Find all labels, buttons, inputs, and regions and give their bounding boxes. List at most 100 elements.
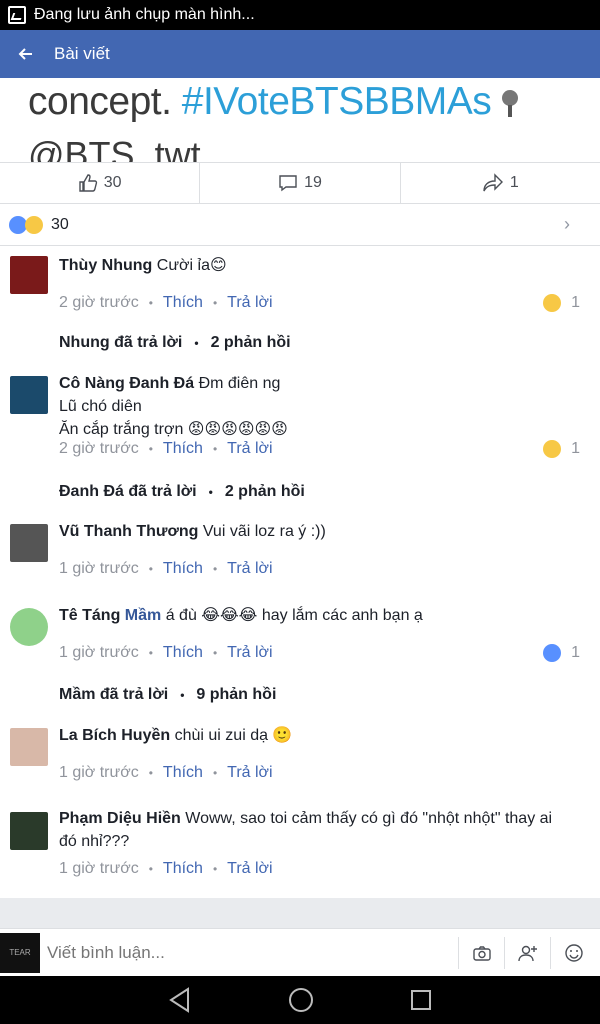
- share-arrow-icon: [483, 173, 503, 192]
- comment-reply-link[interactable]: Trả lời: [227, 560, 272, 578]
- like-button[interactable]: 30: [0, 163, 199, 203]
- comment-time: 1 giờ trước: [59, 560, 139, 577]
- share-button[interactable]: 1: [399, 163, 600, 203]
- comment-time: 1 giờ trước: [59, 644, 139, 661]
- comment-time: 2 giờ trước: [59, 294, 139, 311]
- reply-thread-link[interactable]: Đanh Đá đã trả lời • 2 phản hồi: [59, 483, 305, 501]
- avatar[interactable]: [10, 608, 48, 646]
- post-image-line2: @BTS_twt: [28, 134, 201, 162]
- comment-text: Vui vãi loz ra ý :)): [202, 523, 326, 540]
- comment-time: 2 giờ trước: [59, 440, 139, 457]
- comment-meta: 2 giờ trước • Thích • Trả lời: [59, 440, 273, 458]
- comment-reaction-count: 1: [571, 644, 580, 661]
- comment-text: Cười ỉa😊: [156, 257, 227, 274]
- comment-text: chùi ui zui dạ 🙂: [174, 727, 293, 744]
- post-actions: 30 19 1: [0, 162, 600, 204]
- comment-reply-link[interactable]: Trả lời: [227, 294, 272, 312]
- comment-like-link[interactable]: Thích: [163, 440, 203, 458]
- post-image-hashtag: #IVoteBTSBBMAs: [181, 80, 492, 123]
- comment-text-line2: đó nhỉ???: [59, 833, 130, 850]
- feed-divider: [0, 898, 600, 928]
- avatar[interactable]: [10, 524, 48, 562]
- comment-meta: 1 giờ trước • Thích • Trả lời: [59, 560, 273, 578]
- share-count: 1: [509, 174, 519, 191]
- comment-meta: 1 giờ trước • Thích • Trả lời: [59, 764, 273, 782]
- comment-body: Phạm Diệu Hiền Woww, sao toi cảm thấy có…: [59, 807, 590, 853]
- haha-reaction-icon: [543, 440, 562, 458]
- comment-like-link[interactable]: Thích: [163, 644, 203, 662]
- comment-reply-link[interactable]: Trả lời: [227, 644, 272, 662]
- comment-reaction-badge[interactable]: 1: [543, 644, 580, 662]
- page-title: Bài viết: [54, 44, 110, 63]
- comment-author[interactable]: Vũ Thanh Thương: [59, 523, 198, 540]
- comment-like-link[interactable]: Thích: [163, 860, 203, 878]
- reply-thread-count: 9 phản hồi: [196, 686, 277, 703]
- post-image[interactable]: concept. #IVoteBTSBBMAs @BTS_twt: [0, 78, 600, 162]
- reaction-count: 30: [51, 215, 69, 233]
- post-image-text: concept. #IVoteBTSBBMAs: [28, 80, 523, 124]
- comment-meta: 1 giờ trước • Thích • Trả lời: [59, 860, 273, 878]
- comment-like-link[interactable]: Thích: [163, 294, 203, 312]
- like-count: 30: [103, 174, 122, 191]
- thumbs-up-icon: [79, 174, 97, 192]
- post-image-line1: concept.: [28, 80, 182, 123]
- chevron-right-icon: ›: [564, 214, 570, 234]
- status-bar: Đang lưu ảnh chụp màn hình...: [0, 0, 600, 30]
- comment-composer: TEAR: [0, 928, 600, 976]
- avatar[interactable]: [10, 256, 48, 294]
- avatar[interactable]: [10, 812, 48, 850]
- comment-meta: 2 giờ trước • Thích • Trả lời: [59, 294, 273, 312]
- tag-friend-icon[interactable]: [504, 937, 550, 969]
- comment-like-link[interactable]: Thích: [163, 560, 203, 578]
- avatar[interactable]: [10, 376, 48, 414]
- emoji-icon[interactable]: [550, 937, 596, 969]
- comment-body: La Bích Huyền chùi ui zui dạ 🙂: [59, 724, 590, 747]
- status-text: Đang lưu ảnh chụp màn hình...: [34, 6, 255, 23]
- recents-square-icon[interactable]: [410, 989, 432, 1011]
- comment-author[interactable]: Thùy Nhung: [59, 257, 152, 274]
- comment-author-tag[interactable]: Mầm: [125, 607, 161, 624]
- like-reaction-icon: [543, 644, 562, 662]
- comment-author[interactable]: La Bích Huyền: [59, 727, 170, 744]
- comment-author[interactable]: Cô Nàng Đanh Đá: [59, 375, 194, 392]
- reply-thread-link[interactable]: Nhung đã trả lời • 2 phản hồi: [59, 334, 291, 352]
- reply-thread-author: Mầm đã trả lời: [59, 686, 169, 703]
- comment-reaction-count: 1: [571, 440, 580, 457]
- reactions-summary[interactable]: 30 ›: [0, 204, 600, 246]
- microphone-icon: [502, 89, 519, 117]
- haha-reaction-icon: [25, 215, 43, 234]
- comment-reaction-badge[interactable]: 1: [543, 440, 580, 458]
- comment-button[interactable]: 19: [199, 163, 399, 203]
- comment-time: 1 giờ trước: [59, 860, 139, 877]
- comment-reaction-count: 1: [571, 294, 580, 311]
- comment-author[interactable]: Phạm Diệu Hiền: [59, 810, 181, 827]
- comment-body: Cô Nàng Đanh Đá Đm điên ng Lũ chó diên Ă…: [59, 372, 590, 441]
- comment-body: Vũ Thanh Thương Vui vãi loz ra ý :)): [59, 520, 590, 543]
- comment-reaction-badge[interactable]: 1: [543, 294, 580, 312]
- comment-reply-link[interactable]: Trả lời: [227, 860, 272, 878]
- app-bar: Bài viết: [0, 30, 600, 78]
- comment-reply-link[interactable]: Trả lời: [227, 764, 272, 782]
- system-nav-bar: [0, 976, 600, 1024]
- screenshot-icon: [8, 6, 26, 24]
- reply-thread-author: Đanh Đá đã trả lời: [59, 483, 197, 500]
- comment-reply-link[interactable]: Trả lời: [227, 440, 272, 458]
- comment-text: Đm điên ng: [198, 375, 281, 392]
- comment-input[interactable]: [47, 942, 447, 963]
- reply-thread-link[interactable]: Mầm đã trả lời • 9 phản hồi: [59, 686, 276, 704]
- camera-icon[interactable]: [458, 937, 504, 969]
- back-triangle-icon[interactable]: [168, 987, 192, 1013]
- home-circle-icon[interactable]: [288, 987, 314, 1013]
- reply-thread-count: 2 phản hồi: [224, 483, 305, 500]
- comment-text-line2: Lũ chó diên: [59, 398, 142, 415]
- comment-text: á đù 😂😂😂 hay lắm các anh bạn ạ: [165, 607, 423, 624]
- haha-reaction-icon: [543, 294, 562, 312]
- avatar[interactable]: [10, 728, 48, 766]
- comment-body: Tê Táng Mầm á đù 😂😂😂 hay lắm các anh bạn…: [59, 604, 590, 627]
- back-arrow-icon[interactable]: [0, 30, 50, 78]
- my-avatar[interactable]: TEAR: [0, 932, 40, 973]
- comment-author[interactable]: Tê Táng: [59, 607, 120, 624]
- comment-meta: 1 giờ trước • Thích • Trả lời: [59, 644, 273, 662]
- comment-like-link[interactable]: Thích: [163, 764, 203, 782]
- comment-text: Woww, sao toi cảm thấy có gì đó "nhột nh…: [185, 810, 553, 827]
